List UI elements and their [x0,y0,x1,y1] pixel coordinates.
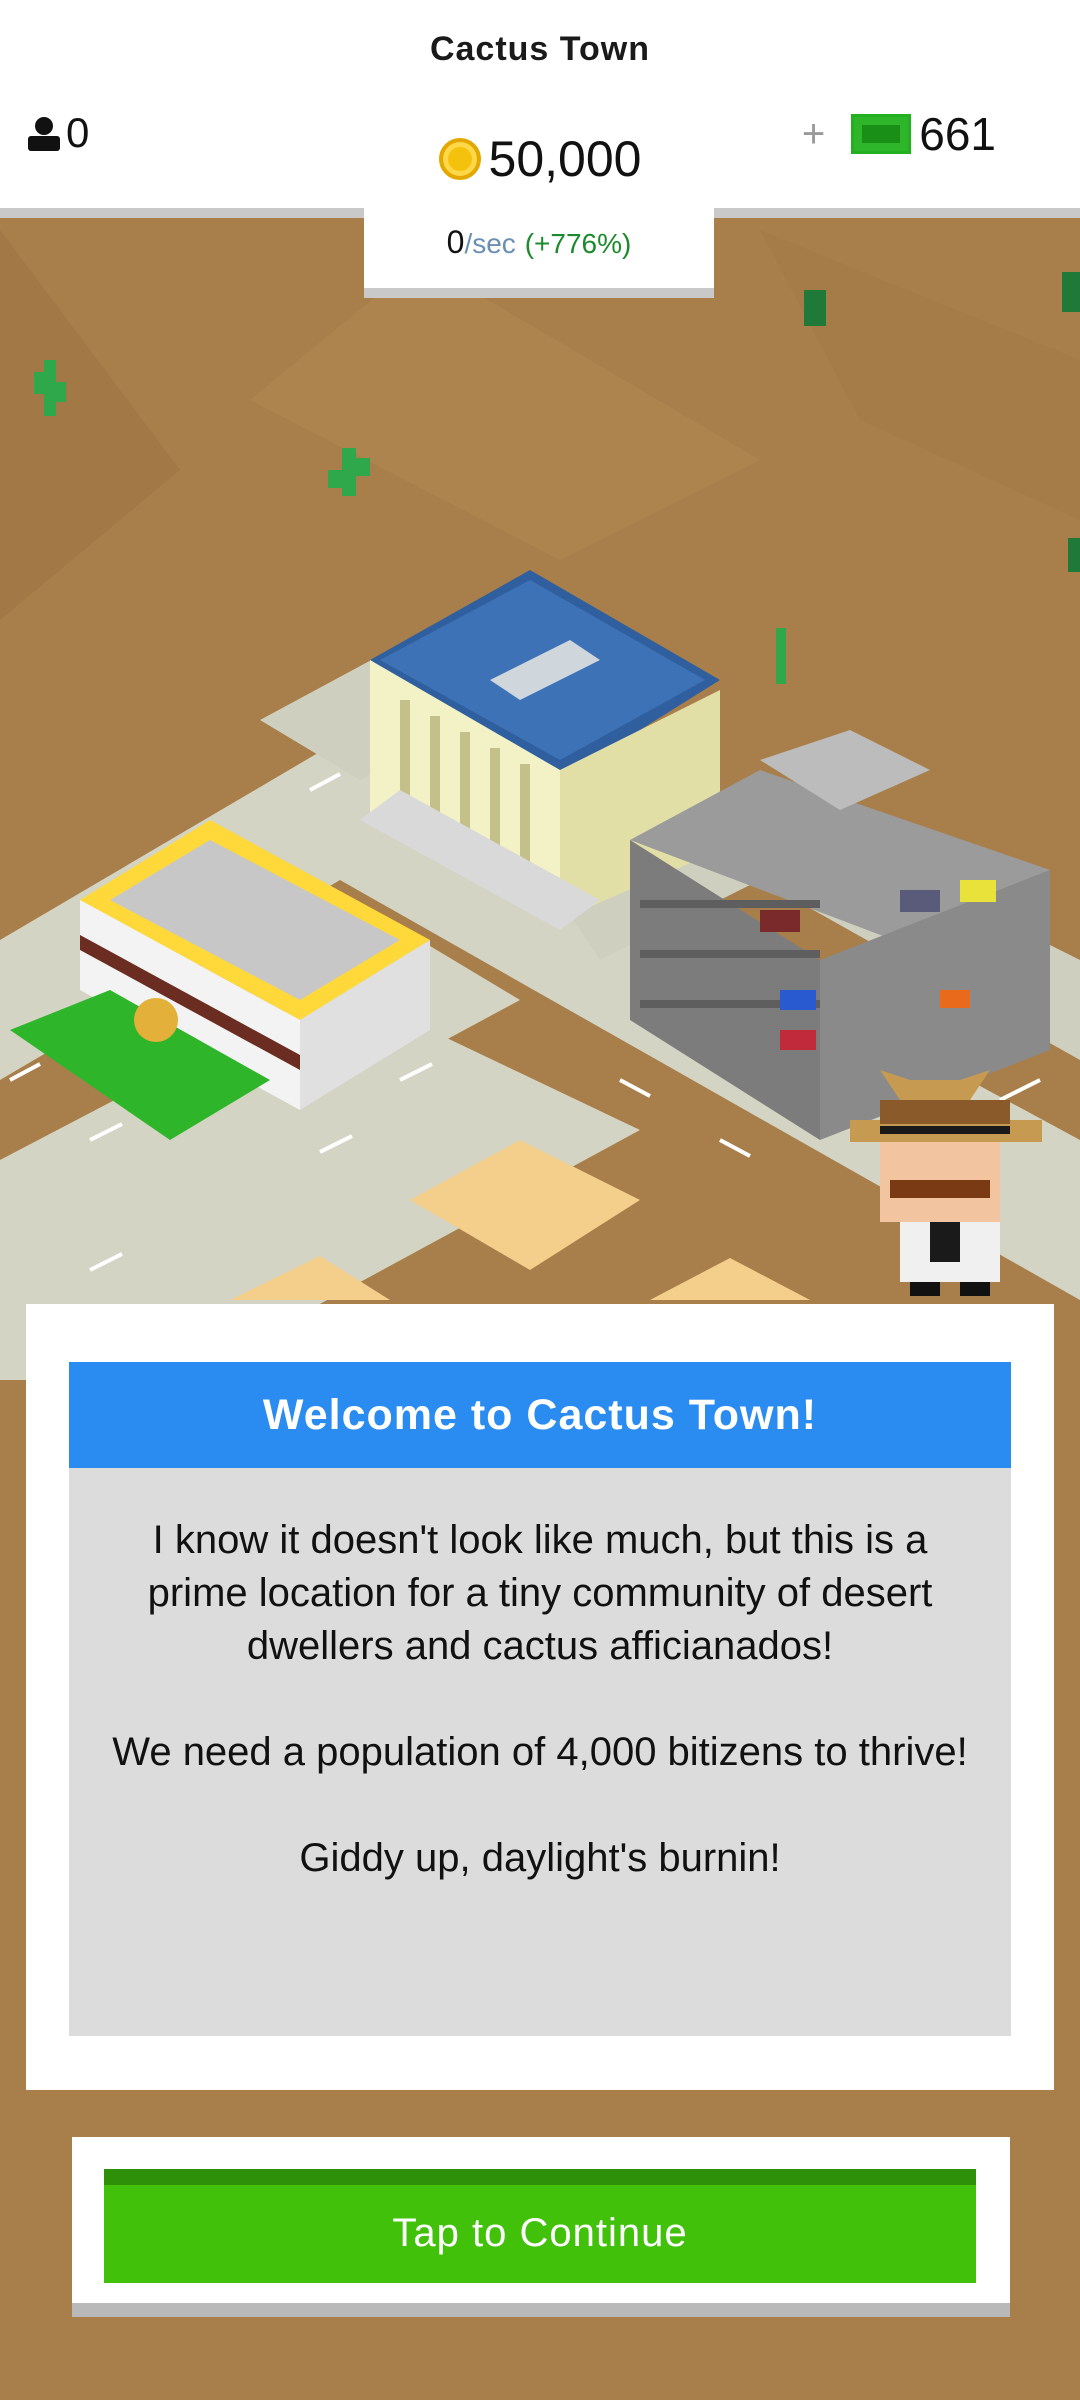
terrain-patch [250,260,760,560]
top-hud-bar: Cactus Town 0 50,000 + 661 [0,0,1080,218]
coin-icon [438,138,481,180]
cash-balance-value: 661 [919,108,996,160]
dialog-message: I know it doesn't look like much, but th… [69,1468,1011,2036]
coin-balance-value: 50,000 [488,131,642,187]
dialog-paragraph: I know it doesn't look like much, but th… [147,1518,933,1668]
welcome-dialog: Welcome to Cactus Town! I know it doesn'… [26,1304,1054,2090]
dialog-paragraph: Giddy up, daylight's burnin! [299,1836,781,1880]
terrain-patch [0,230,180,620]
continue-button-frame: Tap to Continue [72,2137,1010,2317]
income-rate-panel: 0/sec (+776%) [364,208,714,298]
tap-to-continue-button[interactable]: Tap to Continue [104,2169,976,2283]
town-name-title: Cactus Town [429,30,651,68]
empty-lot[interactable] [650,1258,810,1300]
dialog-title: Welcome to Cactus Town! [69,1362,1011,1468]
cash-bill-icon [851,114,912,154]
income-rate-unit: /sec [464,228,516,259]
income-rate-value: 0 [446,224,465,260]
income-bonus-percent: (+776%) [524,228,632,259]
cash-balance[interactable]: + 661 [802,108,996,160]
terrain-patch [760,230,1080,520]
dialog-paragraph: We need a population of 4,000 bitizens t… [112,1730,968,1774]
plus-icon[interactable]: + [802,112,825,157]
